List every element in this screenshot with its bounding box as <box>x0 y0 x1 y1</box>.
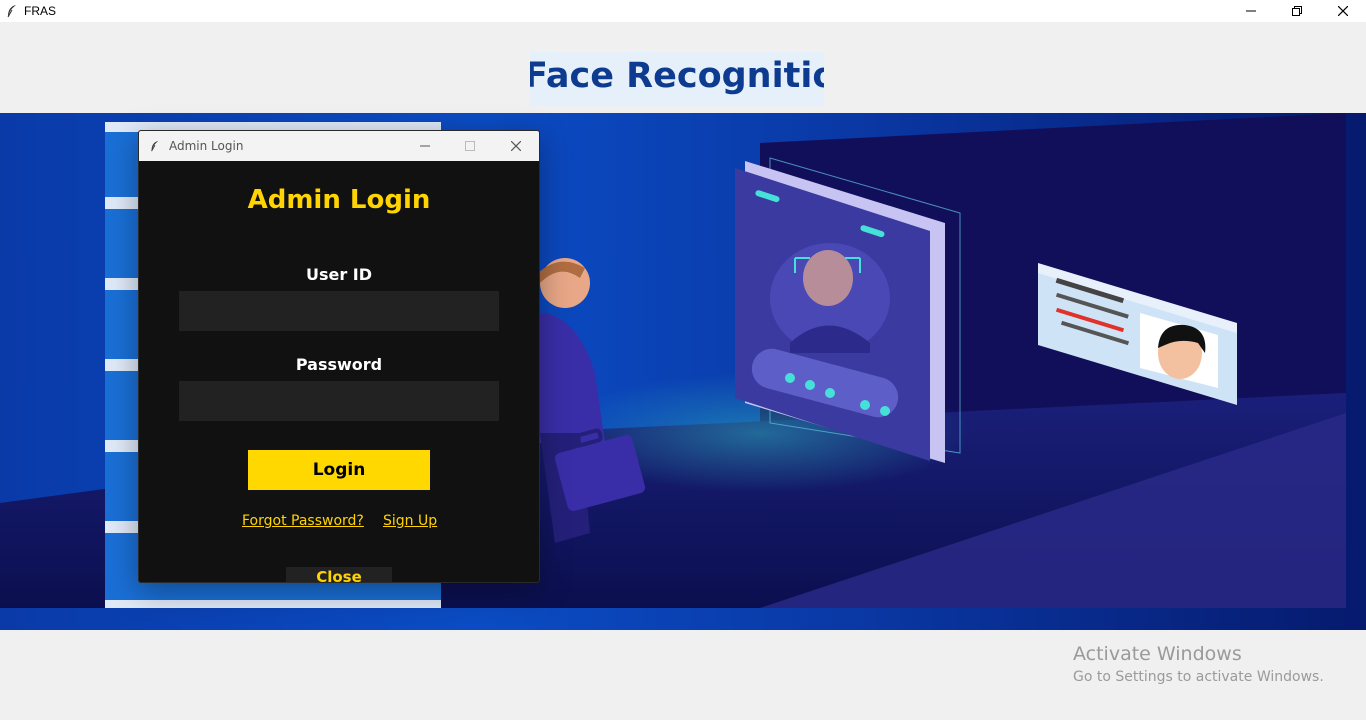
password-input[interactable] <box>179 381 499 421</box>
forgot-password-link[interactable]: Forgot Password? <box>242 513 364 529</box>
feather-icon <box>7 5 16 18</box>
bottom-area: Activate Windows Go to Settings to activ… <box>0 630 1366 720</box>
close-button[interactable]: Close <box>286 567 392 582</box>
dialog-title: Admin Login <box>169 139 244 153</box>
close-icon <box>511 141 521 151</box>
password-label: Password <box>295 355 383 374</box>
user-id-label: User ID <box>305 265 373 284</box>
dialog-titlebar[interactable]: Admin Login <box>139 131 539 161</box>
close-window-button[interactable] <box>1320 0 1366 22</box>
activate-windows-subtitle: Go to Settings to activate Windows. <box>1073 669 1324 685</box>
login-button[interactable]: Login <box>248 450 430 490</box>
restore-icon <box>1292 6 1302 16</box>
minimize-icon <box>420 145 430 147</box>
window-controls <box>1228 0 1366 22</box>
minimize-button[interactable] <box>1228 0 1274 22</box>
feather-icon <box>151 140 159 152</box>
window-title: FRAS <box>24 4 57 18</box>
left-panel-strip <box>105 600 441 608</box>
page-heading: Face Recognition <box>530 56 824 96</box>
dialog-close-button[interactable] <box>493 131 539 161</box>
dialog-minimize-button[interactable] <box>402 131 448 161</box>
user-id-input[interactable] <box>179 291 499 331</box>
dialog-body: Admin Login User ID Password Login Forgo… <box>139 161 539 582</box>
admin-login-dialog: Admin Login Admin Login User ID Password… <box>138 130 540 583</box>
main-titlebar: FRAS <box>0 0 1366 22</box>
close-icon <box>1338 6 1348 16</box>
sign-up-link[interactable]: Sign Up <box>383 513 437 529</box>
dialog-maximize-button[interactable] <box>447 131 493 161</box>
minimize-icon <box>1246 10 1256 12</box>
header-area: Face Recognition <box>0 22 1366 113</box>
maximize-icon <box>465 141 475 151</box>
activate-windows-title: Activate Windows <box>1073 643 1242 665</box>
dialog-heading: Admin Login <box>247 185 431 215</box>
restore-button[interactable] <box>1274 0 1320 22</box>
heading-box: Face Recognition <box>530 52 824 106</box>
